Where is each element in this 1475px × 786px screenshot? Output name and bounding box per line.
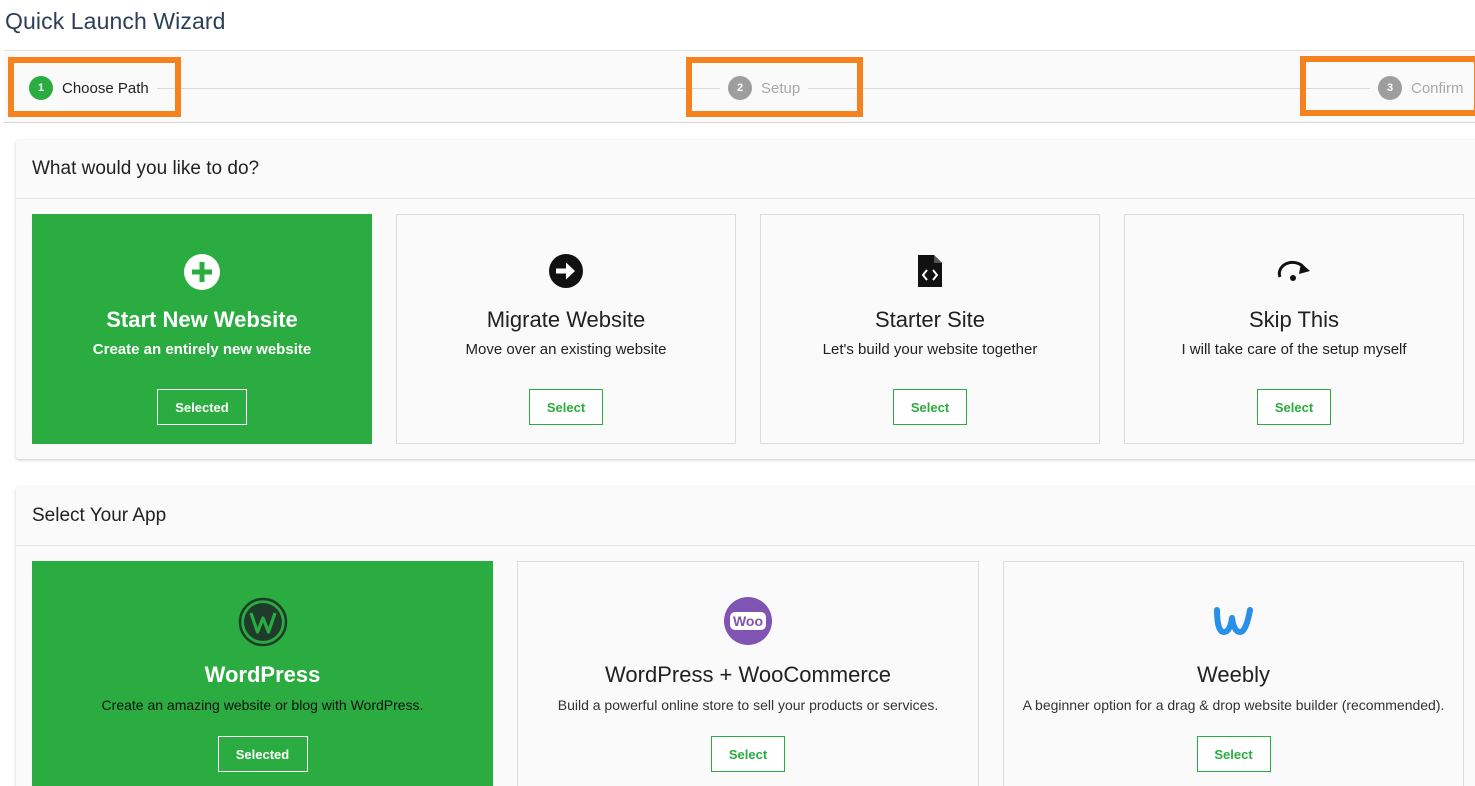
card-title: WordPress (204, 662, 321, 687)
select-button[interactable]: Select (1196, 736, 1271, 772)
card-title: Migrate Website (486, 307, 646, 332)
card-skip-this[interactable]: Skip This I will take care of the setup … (1124, 214, 1464, 444)
plus-circle-icon (33, 253, 371, 291)
card-wordpress[interactable]: WordPress Create an amazing website or b… (32, 561, 493, 786)
card-title: Weebly (1197, 662, 1270, 687)
wordpress-logo-icon (33, 597, 492, 647)
card-woocommerce[interactable]: Woo WordPress + WooCommerce Build a powe… (517, 561, 979, 786)
page-title: Quick Launch Wizard (5, 8, 226, 34)
card-title: Start New Website (106, 307, 298, 332)
weebly-logo-icon (1004, 604, 1463, 638)
card-description: Create an amazing website or blog with W… (101, 697, 424, 713)
card-migrate-website[interactable]: Migrate Website Move over an existing we… (396, 214, 736, 444)
card-description: I will take care of the setup myself (1181, 341, 1407, 358)
card-title: Skip This (1248, 307, 1340, 332)
card-description: Create an entirely new website (92, 341, 312, 358)
selected-button[interactable]: Selected (217, 736, 308, 772)
select-button[interactable]: Select (711, 736, 785, 772)
card-starter-site[interactable]: Starter Site Let's build your website to… (760, 214, 1100, 444)
select-button[interactable]: Select (529, 389, 603, 425)
highlight-confirm (1300, 56, 1475, 116)
card-title: Starter Site (874, 307, 986, 332)
select-button[interactable]: Select (893, 389, 967, 425)
highlight-choose-path (8, 57, 181, 117)
card-description: Move over an existing website (465, 341, 667, 358)
card-weebly[interactable]: Weebly A beginner option for a drag & dr… (1003, 561, 1464, 786)
highlight-setup (686, 57, 863, 117)
card-title: WordPress + WooCommerce (605, 662, 891, 687)
card-description: Let's build your website together (822, 341, 1038, 358)
card-description: A beginner option for a drag & drop webs… (1022, 697, 1445, 713)
path-selection-panel: What would you like to do? Start New Web… (16, 140, 1475, 459)
card-description: Build a powerful online store to sell yo… (557, 697, 939, 713)
select-button[interactable]: Select (1257, 389, 1331, 425)
selected-button[interactable]: Selected (157, 389, 247, 425)
woo-logo-text: Woo (729, 612, 767, 630)
redo-arrow-icon (1125, 259, 1463, 283)
panel-heading: Select Your App (16, 487, 1475, 546)
card-start-new-website[interactable]: Start New Website Create an entirely new… (32, 214, 372, 444)
app-selection-panel: Select Your App WordPress Create an amaz… (16, 487, 1475, 786)
arrow-right-circle-icon (397, 253, 735, 289)
woocommerce-logo-icon: Woo (518, 597, 978, 645)
code-file-icon (761, 253, 1099, 289)
panel-heading: What would you like to do? (16, 140, 1475, 199)
